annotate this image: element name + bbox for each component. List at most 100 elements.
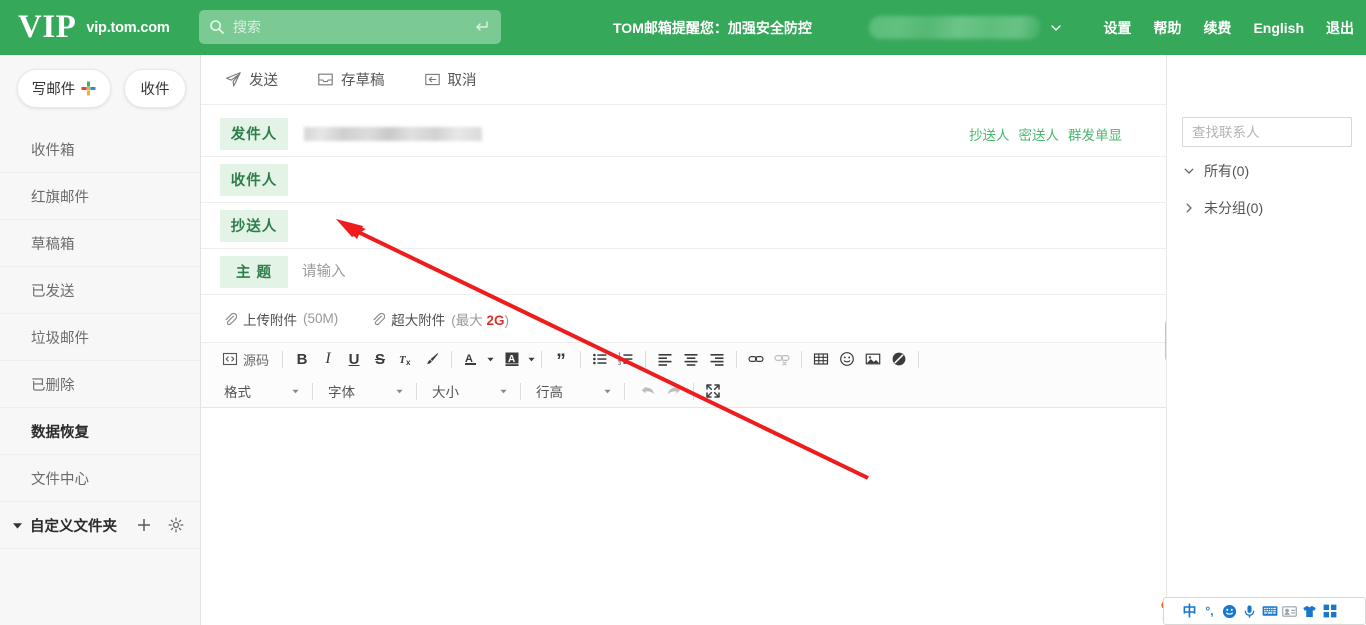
settings-link[interactable]: 设置 <box>1103 18 1131 38</box>
undo-button[interactable] <box>635 379 661 403</box>
separate-send-link[interactable]: 群发单显 <box>1068 124 1122 144</box>
align-left-button[interactable] <box>652 347 678 371</box>
chevron-down-icon <box>604 389 611 393</box>
toolbar-separator <box>520 382 521 400</box>
redo-button[interactable] <box>661 379 687 403</box>
cc-input[interactable] <box>302 203 1166 248</box>
enter-key-icon[interactable] <box>473 19 489 35</box>
receive-mail-label: 收件 <box>140 82 170 98</box>
bcc-link[interactable]: 密送人 <box>1019 124 1060 144</box>
paperclip-icon <box>225 312 237 325</box>
user-account-icon[interactable] <box>1280 602 1299 621</box>
insert-image-button[interactable] <box>860 347 886 371</box>
underline-button[interactable]: U <box>341 347 367 371</box>
search-input[interactable] <box>233 19 473 35</box>
voice-input-icon[interactable] <box>1240 602 1259 621</box>
chinese-mode-icon[interactable]: 中 <box>1180 602 1199 621</box>
insert-table-button[interactable] <box>808 347 834 371</box>
contact-group-ungrouped[interactable]: 未分组(0) <box>1167 195 1366 221</box>
align-center-button[interactable] <box>678 347 704 371</box>
numbered-list-icon: 1 2 3 <box>618 353 633 367</box>
folder-label: 草稿箱 <box>31 236 75 253</box>
sidebar-item-trash[interactable]: 已删除 <box>0 361 200 408</box>
to-label: 收件人 <box>220 163 288 196</box>
chevron-down-icon <box>292 389 299 393</box>
signature-button[interactable] <box>886 347 912 371</box>
emoji-panel-icon[interactable] <box>1220 602 1239 621</box>
format-brush-button[interactable] <box>419 347 445 371</box>
source-code-button[interactable]: 源码 <box>215 347 276 371</box>
from-value-masked[interactable] <box>304 126 482 141</box>
mail-body-editor[interactable] <box>201 408 1166 613</box>
text-color-button[interactable]: A <box>458 347 484 371</box>
soft-keyboard-icon[interactable] <box>1260 602 1279 621</box>
size-select[interactable]: 大小 <box>423 379 514 403</box>
sidebar-item-sent[interactable]: 已发送 <box>0 267 200 314</box>
send-button[interactable]: 发送 <box>225 69 278 90</box>
save-draft-button[interactable]: 存草稿 <box>317 69 385 90</box>
italic-button[interactable]: I <box>315 347 341 371</box>
size-select-label: 大小 <box>432 385 459 400</box>
mail-app-window: VIP vip.tom.com TOM邮箱提醒您：加强安全防控 设置 帮助 续费… <box>0 0 1366 625</box>
chevron-down-icon[interactable] <box>528 357 535 362</box>
upload-attachment-size: (50M) <box>303 311 339 326</box>
renew-link[interactable]: 续费 <box>1203 18 1231 38</box>
bullet-list-button[interactable] <box>587 347 613 371</box>
lineheight-select[interactable]: 行高 <box>527 379 618 403</box>
sidebar-item-data-recovery[interactable]: 数据恢复 <box>0 408 200 455</box>
toolbar-separator <box>541 350 543 368</box>
folder-label: 已发送 <box>31 283 75 300</box>
bold-button[interactable]: B <box>289 347 315 371</box>
fullscreen-button[interactable] <box>700 379 726 403</box>
toolbox-icon[interactable] <box>1320 602 1339 621</box>
align-right-button[interactable] <box>704 347 730 371</box>
blockquote-button[interactable]: ” <box>548 347 574 371</box>
compose-mail-button[interactable]: 写邮件 <box>17 69 111 108</box>
background-color-button[interactable]: A <box>499 347 525 371</box>
search-icon <box>210 20 224 34</box>
receive-mail-button[interactable]: 收件 <box>124 69 186 108</box>
help-link[interactable]: 帮助 <box>1153 18 1181 38</box>
sidebar-item-spam[interactable]: 垃圾邮件 <box>0 314 200 361</box>
gear-icon[interactable] <box>168 517 184 533</box>
sidebar-item-inbox[interactable]: 收件箱 <box>0 126 200 173</box>
redo-icon <box>668 387 681 395</box>
punctuation-mode-icon[interactable]: °, <box>1200 602 1219 621</box>
english-link[interactable]: English <box>1253 20 1304 36</box>
folder-label: 红旗邮件 <box>31 189 89 206</box>
cancel-icon <box>424 73 440 86</box>
format-select[interactable]: 格式 <box>215 379 306 403</box>
upload-attachment-button[interactable]: 上传附件 (50M) <box>223 309 338 329</box>
remove-format-button[interactable]: T x <box>393 347 419 371</box>
cancel-button[interactable]: 取消 <box>424 69 477 90</box>
numbered-list-button[interactable]: 1 2 3 <box>613 347 639 371</box>
folder-label: 已删除 <box>31 377 75 394</box>
chevron-down-icon[interactable] <box>1049 21 1063 35</box>
skin-icon[interactable] <box>1300 602 1319 621</box>
strikethrough-button[interactable]: S <box>367 347 393 371</box>
chevron-down-icon[interactable] <box>487 357 494 362</box>
to-input[interactable] <box>302 157 1166 202</box>
paperclip-icon <box>373 312 386 325</box>
insert-link-button[interactable] <box>743 347 769 371</box>
username-masked[interactable] <box>869 16 1042 39</box>
huge-attachment-button[interactable]: 超大附件 (最大 2G) <box>371 309 509 329</box>
folder-label: 垃圾邮件 <box>31 330 89 347</box>
align-left-icon <box>658 354 672 366</box>
add-folder-icon[interactable] <box>136 517 152 533</box>
subject-input[interactable] <box>302 249 1166 294</box>
unlink-button[interactable] <box>769 347 795 371</box>
sidebar-item-file-center[interactable]: 文件中心 <box>0 455 200 502</box>
sidebar-item-custom-folders[interactable]: 自定义文件夹 <box>0 502 200 549</box>
contact-search-input[interactable] <box>1182 117 1352 147</box>
sidebar-item-drafts[interactable]: 草稿箱 <box>0 220 200 267</box>
cc-link[interactable]: 抄送人 <box>969 124 1010 144</box>
font-select[interactable]: 字体 <box>319 379 410 403</box>
global-search-box[interactable] <box>199 10 501 44</box>
contact-group-all[interactable]: 所有(0) <box>1167 158 1366 184</box>
emoji-button[interactable] <box>834 347 860 371</box>
send-label: 发送 <box>249 73 278 89</box>
logout-link[interactable]: 退出 <box>1326 18 1354 38</box>
toolbar-separator <box>645 350 647 368</box>
sidebar-item-flagged[interactable]: 红旗邮件 <box>0 173 200 220</box>
